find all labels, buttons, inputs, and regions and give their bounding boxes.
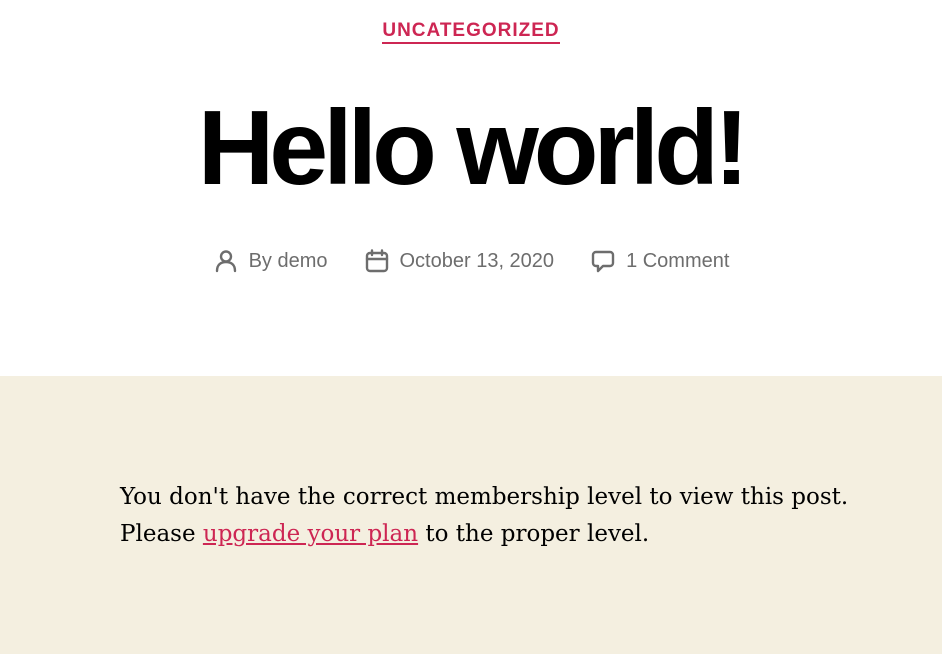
post-comments: 1 Comment [590, 248, 729, 274]
post-author: By demo [213, 248, 328, 274]
post-category: UNCATEGORIZED [0, 20, 942, 44]
comments-link[interactable]: 1 Comment [626, 250, 729, 273]
date-link[interactable]: October 13, 2020 [400, 250, 555, 273]
speech-bubble-icon [590, 248, 616, 274]
membership-notice: You don't have the correct membership le… [120, 479, 850, 553]
post-title: Hello world! [197, 89, 750, 207]
notice-suffix: to the proper level. [425, 521, 650, 547]
post-date: October 13, 2020 [364, 248, 555, 274]
upgrade-plan-link[interactable]: upgrade your plan [203, 521, 418, 547]
author-prefix: By [248, 249, 272, 272]
author-link[interactable]: demo [277, 250, 327, 272]
calendar-icon [364, 248, 390, 274]
person-icon [213, 248, 239, 274]
post-meta: By demo October 13, 2020 1 Comment [0, 244, 942, 278]
category-link[interactable]: UNCATEGORIZED [382, 20, 560, 44]
